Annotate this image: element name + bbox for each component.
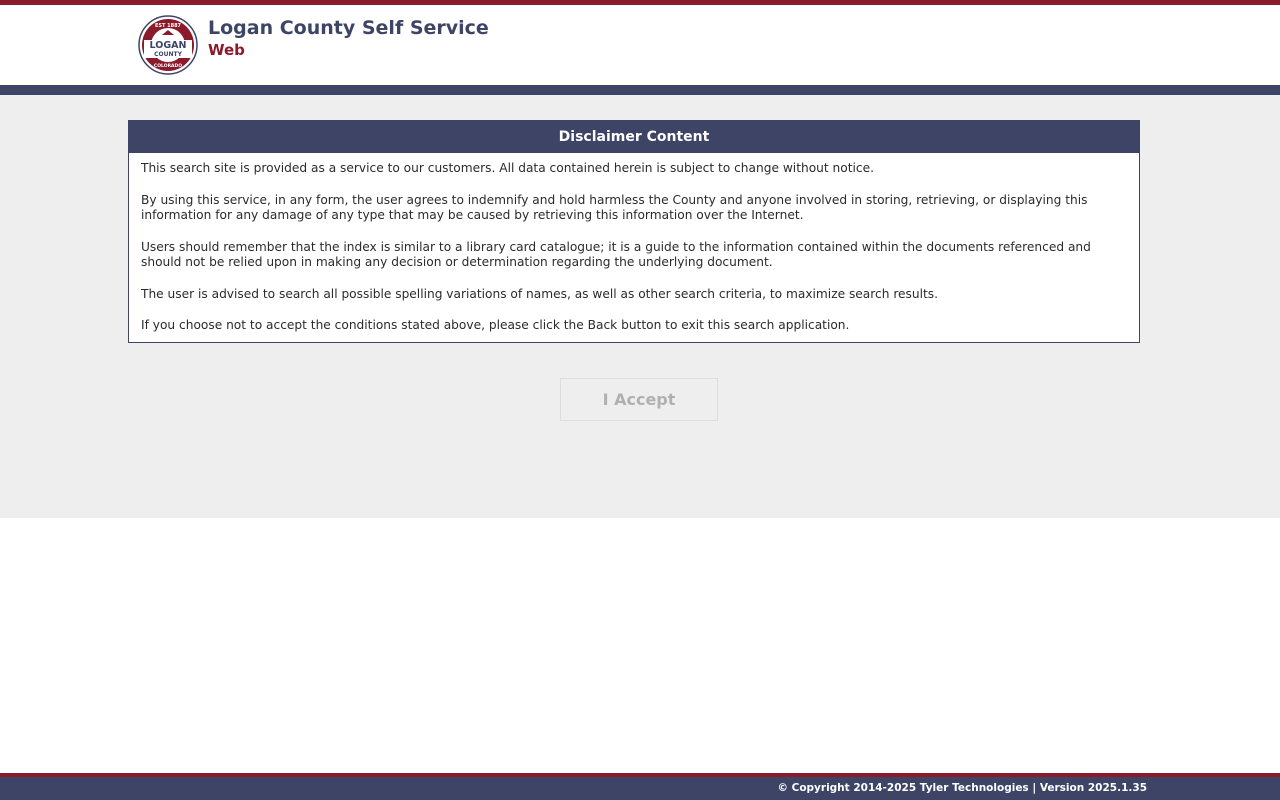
svg-text:EST 1887: EST 1887 <box>155 23 182 29</box>
disclaimer-paragraph: The user is advised to search all possib… <box>141 286 939 301</box>
disclaimer-paragraph: Users should remember that the index is … <box>141 239 1091 270</box>
header-nav-bar <box>0 85 1280 95</box>
county-seal-icon: EST 1887 LOGAN COUNTY COLORADO <box>138 15 198 75</box>
disclaimer-paragraph: By using this service, in any form, the … <box>141 192 1088 223</box>
svg-text:COLORADO: COLORADO <box>154 63 182 69</box>
svg-text:LOGAN: LOGAN <box>150 40 187 51</box>
accept-button[interactable]: I Accept <box>560 378 718 421</box>
disclaimer-paragraph: This search site is provided as a servic… <box>141 161 874 175</box>
svg-text:COUNTY: COUNTY <box>154 51 182 58</box>
main-content: Disclaimer Content This search site is p… <box>0 95 1280 518</box>
page-header: EST 1887 LOGAN COUNTY COLORADO Logan Cou… <box>0 5 1280 85</box>
disclaimer-paragraph: If you choose not to accept the conditio… <box>141 318 850 332</box>
page-footer: © Copyright 2014-2025 Tyler Technologies… <box>0 777 1280 800</box>
disclaimer-panel: Disclaimer Content This search site is p… <box>128 120 1140 343</box>
disclaimer-body: This search site is provided as a servic… <box>129 153 1139 334</box>
site-title[interactable]: Logan County Self Service <box>208 17 489 39</box>
county-seal-logo[interactable]: EST 1887 LOGAN COUNTY COLORADO <box>138 15 198 75</box>
disclaimer-heading: Disclaimer Content <box>129 121 1139 153</box>
copyright-text: © Copyright 2014-2025 Tyler Technologies… <box>777 782 1147 794</box>
site-subtitle: Web <box>208 41 245 59</box>
